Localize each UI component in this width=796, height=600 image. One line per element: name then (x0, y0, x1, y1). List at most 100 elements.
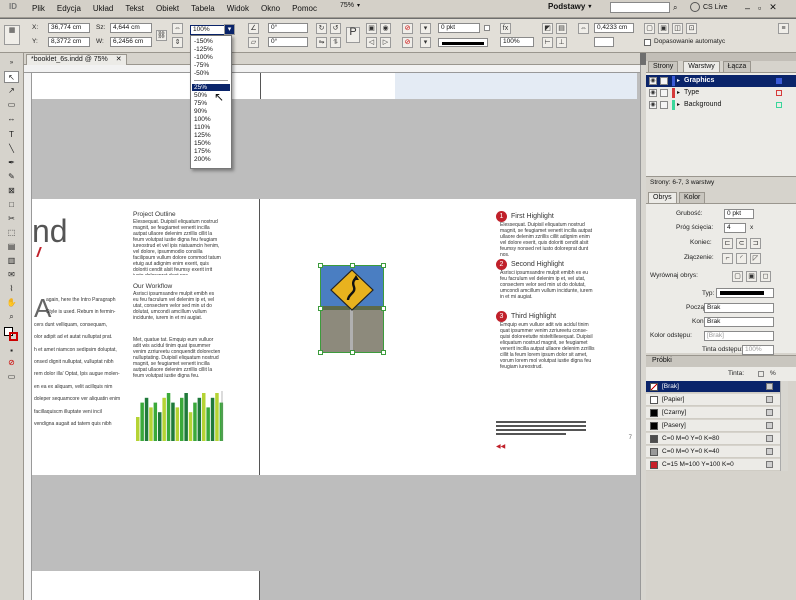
stroke-type-dropdown[interactable] (438, 38, 488, 47)
width-field[interactable]: 4,644 cm (110, 23, 152, 33)
scale-field[interactable]: 100% (190, 25, 226, 35)
apply-color-icon[interactable]: ▪ (4, 345, 19, 357)
document-tab[interactable]: *booklet_6s.indd @ 75% ✕ (26, 54, 127, 65)
restore-button[interactable]: ▫ (758, 3, 761, 13)
line-tool-icon[interactable]: ╲ (4, 143, 19, 155)
toolbox-collapse-icon[interactable]: » (4, 57, 19, 69)
fill-dropdown-icon[interactable]: ▾ (420, 23, 431, 34)
cs-live[interactable]: CS Live (690, 2, 728, 12)
fill-none-icon[interactable]: ⊘ (402, 23, 413, 34)
auto-fit-checkbox[interactable] (644, 39, 651, 46)
shear-field[interactable]: 0° (268, 37, 308, 47)
align-outside-stroke-icon[interactable]: ◻ (760, 271, 771, 282)
zoom-option[interactable]: -100% (194, 54, 213, 61)
select-content-icon[interactable]: ◉ (380, 23, 391, 34)
round-cap-icon[interactable]: ⊂ (736, 238, 747, 249)
expand-triangle-icon[interactable]: ▸ (677, 99, 680, 111)
zoom-option[interactable]: -50% (194, 70, 209, 77)
type-tool-icon[interactable]: T (4, 129, 19, 141)
menu-item[interactable]: Okno (255, 4, 286, 13)
reference-point-icon[interactable]: ▦ (4, 25, 20, 45)
zoom-option[interactable]: 200% (194, 156, 211, 163)
view-mode-icon[interactable]: ▭ (4, 371, 19, 383)
opacity-field[interactable]: 100% (500, 37, 534, 47)
zoom-option[interactable]: 150% (194, 140, 211, 147)
miter-join-icon[interactable]: ⌐ (722, 253, 733, 264)
stroke-weight-field[interactable]: 0 pkt (438, 23, 480, 33)
eyedropper-tool-icon[interactable]: ⌇ (4, 283, 19, 295)
zoom-dropdown-list[interactable]: -150% -125% -100% -75% -50% 25% 50% 75% 90% 100% 1… (190, 35, 232, 169)
page-7[interactable]: 1 First Highlight Elessequat. Duipisil eli… (260, 199, 636, 475)
round-join-icon[interactable]: ◜ (736, 253, 747, 264)
selected-image-frame[interactable] (318, 263, 386, 355)
resize-handle[interactable] (350, 350, 355, 355)
zoom-option[interactable]: 75% (194, 100, 207, 107)
layer-row[interactable]: ◉ ▸ Type (646, 87, 796, 99)
pencil-tool-icon[interactable]: ✎ (4, 171, 19, 183)
menu-item[interactable]: Plik (26, 4, 51, 13)
align-center-icon[interactable]: ⊥ (556, 37, 567, 48)
select-container-icon[interactable]: ▣ (366, 23, 377, 34)
zoom-option[interactable]: 100% (194, 116, 211, 123)
butt-cap-icon[interactable]: ⊏ (722, 238, 733, 249)
layers-panel-tab[interactable]: Warstwy (683, 61, 720, 72)
resize-handle[interactable] (381, 263, 386, 268)
zoom-option[interactable]: 90% (194, 108, 207, 115)
minimize-button[interactable]: – (745, 3, 750, 13)
panel-menu-icon[interactable]: ≡ (778, 23, 789, 34)
workspace-switcher[interactable]: Podstawy ▾ (548, 2, 591, 11)
rotate-ccw-icon[interactable]: ↺ (330, 23, 341, 34)
selection-tool-icon[interactable]: ↖ (4, 71, 19, 83)
swatch-row[interactable]: [Czarny] (646, 407, 780, 419)
zoom-option[interactable]: 110% (194, 124, 210, 131)
lock-toggle[interactable] (660, 89, 668, 97)
free-transform-tool-icon[interactable]: ⬚ (4, 227, 19, 239)
page-6[interactable]: nd A again, here the Intro Paragraph Styl… (32, 199, 260, 475)
stroke-none-icon[interactable]: ⊘ (402, 37, 413, 48)
menu-item[interactable]: Tabela (185, 4, 221, 13)
select-prev-icon[interactable]: ◁ (366, 37, 377, 48)
square-cap-icon[interactable]: ⊐ (750, 238, 761, 249)
direct-selection-tool-icon[interactable]: ↗ (4, 85, 19, 97)
fill-frame-icon[interactable]: ⊡ (686, 23, 697, 34)
menu-item[interactable]: Układ (87, 4, 119, 13)
expand-triangle-icon[interactable]: ▸ (677, 75, 680, 87)
align-center-stroke-icon[interactable]: ▢ (732, 271, 743, 282)
shadow-icon[interactable]: ◩ (542, 23, 553, 34)
rotate-cw-icon[interactable]: ↻ (316, 23, 327, 34)
zoom-option[interactable]: -150% (194, 38, 213, 45)
layer-row[interactable]: ◉ ▸ Graphics (646, 75, 796, 87)
stroke-panel-tab[interactable]: Kolor (679, 192, 706, 203)
zoom-menu[interactable]: 75% ▾ (340, 2, 360, 9)
flip-v-icon[interactable]: ⥮ (330, 37, 341, 48)
resize-handle[interactable] (318, 263, 323, 268)
close-tab-icon[interactable]: ✕ (116, 56, 122, 63)
stroke-dropdown-icon[interactable]: ▾ (420, 37, 431, 48)
y-field[interactable]: 8,3772 cm (48, 37, 90, 47)
tint-stepper[interactable] (758, 371, 764, 377)
zoom-option[interactable]: 50% (194, 92, 207, 99)
stroke-weight-dropdown[interactable] (484, 25, 490, 31)
resize-handle[interactable] (381, 306, 386, 311)
size-field[interactable]: 0,4233 cm (594, 23, 634, 33)
layer-target-icon[interactable] (776, 102, 782, 108)
flip-h-icon[interactable]: ⇋ (316, 37, 327, 48)
rectangle-tool-icon[interactable]: □ (4, 199, 19, 211)
apply-none-icon[interactable]: ⊘ (4, 357, 19, 369)
expand-triangle-icon[interactable]: ▸ (677, 87, 680, 99)
eye-icon[interactable]: ◉ (649, 89, 657, 97)
stroke-type-select[interactable] (716, 288, 774, 298)
layer-target-icon[interactable] (776, 78, 782, 84)
scissors-tool-icon[interactable]: ✂ (4, 213, 19, 225)
zoom-option[interactable]: -125% (194, 46, 213, 53)
note-tool-icon[interactable]: ✉ (4, 269, 19, 281)
menu-item[interactable]: Widok (221, 4, 255, 13)
zoom-option[interactable]: -75% (194, 62, 209, 69)
chain-icon[interactable]: ⛓ (156, 30, 167, 41)
close-button[interactable]: ✕ (769, 2, 777, 13)
eye-icon[interactable]: ◉ (649, 77, 657, 85)
swatch-row[interactable]: [Papier] (646, 394, 780, 406)
swatch-row[interactable]: [Brak] (646, 381, 780, 393)
gradient-feather-tool-icon[interactable]: ▥ (4, 255, 19, 267)
align-inside-stroke-icon[interactable]: ▣ (746, 271, 757, 282)
